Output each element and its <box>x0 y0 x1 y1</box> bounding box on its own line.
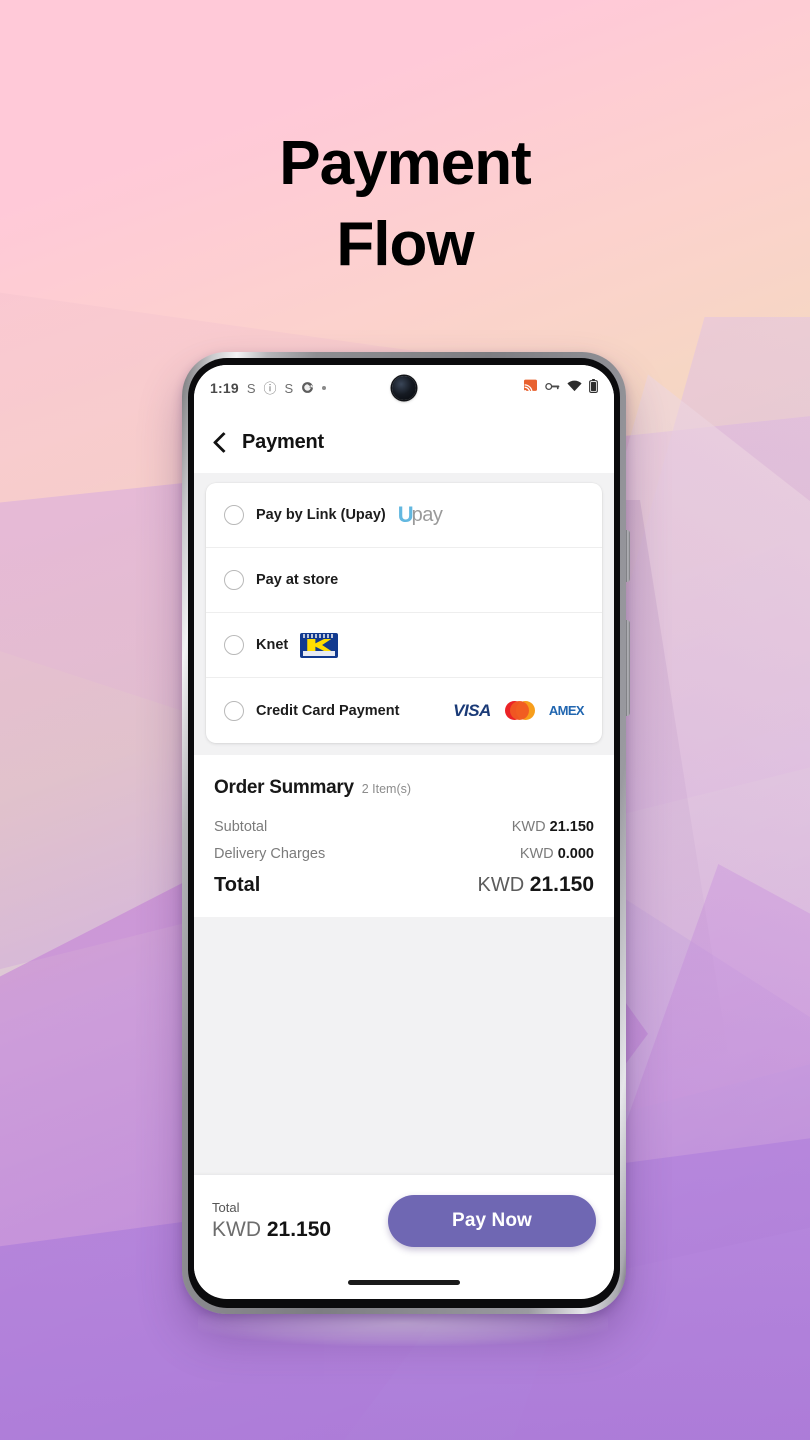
order-summary-total-value: KWD 21.150 <box>478 873 594 897</box>
dot-icon <box>322 386 327 390</box>
battery-icon <box>589 378 598 398</box>
order-summary-row-delivery: Delivery Charges KWD 0.000 <box>214 846 594 862</box>
android-nav-bar <box>194 1267 614 1297</box>
order-summary-total-label: Total <box>214 874 261 896</box>
bottom-bar-total-value: KWD 21.150 <box>212 1218 331 1242</box>
payment-method-label: Pay at store <box>256 572 339 588</box>
order-summary-value: KWD 0.000 <box>520 846 594 862</box>
order-summary-item-count: 2 Item(s) <box>361 782 412 796</box>
radio-button-pay-at-store[interactable] <box>224 570 244 590</box>
upay-logo: U pay <box>398 504 443 526</box>
payment-method-label: Knet <box>256 637 289 653</box>
status-bar: 1:19 S ⓘ S <box>194 365 614 411</box>
payment-methods-section: Pay by Link (Upay) U pay Pay at store Kn… <box>194 473 614 755</box>
radio-button-upay[interactable] <box>224 505 244 525</box>
knet-logo <box>300 632 339 658</box>
phone-side-button-volume[interactable] <box>626 620 630 716</box>
app-bar: Payment <box>194 411 614 473</box>
bottom-bar-total: Total KWD 21.150 <box>212 1200 331 1242</box>
page-title-line-1: Payment <box>279 129 531 198</box>
empty-scroll-area <box>194 917 614 1175</box>
order-summary-header: Order Summary 2 Item(s) <box>214 777 594 799</box>
order-summary-label: Delivery Charges <box>214 846 326 862</box>
visa-icon: VISA <box>453 701 491 720</box>
checkout-bottom-bar: Total KWD 21.150 Pay Now <box>194 1175 614 1267</box>
chevron-left-icon[interactable] <box>212 434 228 450</box>
pay-now-button[interactable]: Pay Now <box>388 1195 596 1247</box>
currency-code: KWD <box>477 874 525 896</box>
skype-icon: S <box>284 380 294 396</box>
page-title-line-2: Flow <box>336 209 474 279</box>
info-circle-icon: ⓘ <box>263 380 277 396</box>
payment-method-row-knet[interactable]: Knet <box>206 613 602 678</box>
knet-logo-bottom-text <box>303 651 336 656</box>
phone-screen: 1:19 S ⓘ S Payment Pay by Link (Upay) U … <box>194 365 614 1299</box>
payment-method-row-credit-card[interactable]: Credit Card Payment VISA AMEX <box>206 678 602 743</box>
card-brand-logos: VISA AMEX <box>453 701 585 720</box>
knet-logo-mark <box>307 639 332 651</box>
order-summary-section: Order Summary 2 Item(s) Subtotal KWD 21.… <box>194 755 614 917</box>
payment-method-label: Credit Card Payment <box>256 702 400 719</box>
payment-method-label: Pay by Link (Upay) <box>256 507 386 523</box>
front-camera-punch-hole <box>392 376 416 400</box>
phone-side-button-power[interactable] <box>626 530 630 582</box>
payment-methods-card: Pay by Link (Upay) U pay Pay at store Kn… <box>206 483 602 743</box>
status-bar-right <box>523 378 598 398</box>
skype-icon: S <box>246 380 256 396</box>
order-summary-label: Subtotal <box>214 819 268 835</box>
upay-logo-mark: U <box>397 502 414 527</box>
cast-icon <box>523 379 538 397</box>
status-bar-left: 1:19 S ⓘ S <box>210 380 327 396</box>
currency-code: KWD <box>519 846 554 862</box>
mastercard-icon <box>504 701 535 720</box>
app-bar-title: Payment <box>242 430 324 453</box>
payment-method-row-pay-at-store[interactable]: Pay at store <box>206 548 602 613</box>
page-title: Payment Flow <box>0 124 810 285</box>
status-bar-clock: 1:19 <box>210 380 239 396</box>
sync-icon <box>301 381 314 396</box>
knet-logo-top-text <box>303 634 336 638</box>
vpn-key-icon <box>545 379 560 397</box>
order-summary-value: KWD 21.150 <box>512 819 594 835</box>
radio-button-knet[interactable] <box>224 635 244 655</box>
payment-method-row-upay[interactable]: Pay by Link (Upay) U pay <box>206 483 602 548</box>
bottom-bar-total-label: Total <box>212 1200 240 1215</box>
currency-code: KWD <box>511 819 546 835</box>
amount: 21.150 <box>266 1218 332 1241</box>
wifi-icon <box>567 379 582 397</box>
currency-code: KWD <box>212 1218 261 1241</box>
home-indicator-pill[interactable] <box>348 1279 460 1285</box>
phone-mockup: 1:19 S ⓘ S Payment Pay by Link (Upay) U … <box>182 352 630 1314</box>
order-summary-row-subtotal: Subtotal KWD 21.150 <box>214 819 594 835</box>
phone-bezel: 1:19 S ⓘ S Payment Pay by Link (Upay) U … <box>188 358 620 1308</box>
amount: 21.150 <box>529 873 594 896</box>
screen-content: Pay by Link (Upay) U pay Pay at store Kn… <box>194 473 614 1175</box>
order-summary-row-total: Total KWD 21.150 <box>214 873 594 897</box>
upay-logo-text: pay <box>411 504 443 526</box>
amount: 0.000 <box>557 846 594 862</box>
amex-icon: AMEX <box>548 703 585 718</box>
order-summary-title: Order Summary <box>214 777 354 798</box>
radio-button-credit-card[interactable] <box>224 700 244 721</box>
amount: 21.150 <box>549 819 594 835</box>
